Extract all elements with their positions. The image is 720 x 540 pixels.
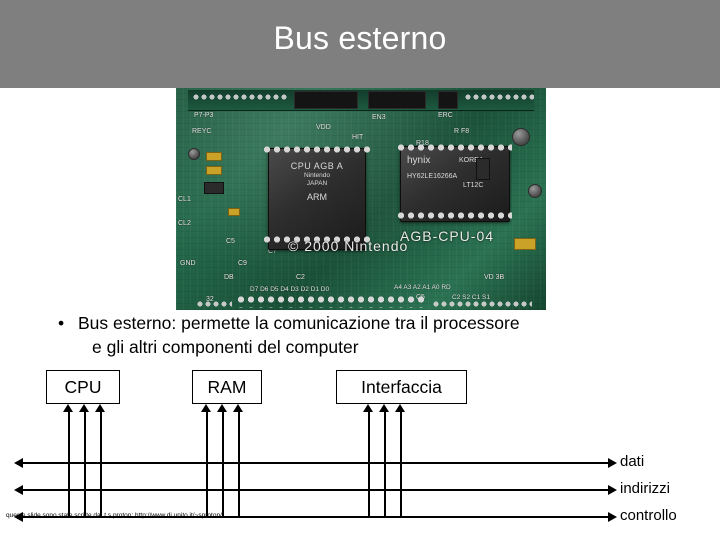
cpu-chip-line-1: CPU AGB A [290, 161, 344, 171]
bottom-pin-field [236, 294, 426, 308]
capacitor-3 [188, 148, 200, 160]
slide: Bus esterno P7-P3 ERC REYC EN3 R F8 VDD … [0, 0, 720, 540]
ram-chip-date: LT12C [463, 182, 484, 189]
silk-cl2: CL2 [178, 220, 191, 227]
bus-arrow-ram-3 [233, 404, 243, 412]
bus-arrow-cpu-1 [63, 404, 73, 412]
silk-en3: EN3 [372, 114, 386, 121]
resistor-6 [514, 238, 536, 250]
bus-vline-interfaccia-3 [400, 410, 402, 517]
ram-pads-top [396, 142, 512, 153]
cpu-chip-line-3: JAPAN [306, 180, 328, 188]
bus-vline-ram-3 [238, 410, 240, 517]
bus-arrow-ram-1 [201, 404, 211, 412]
capacitor-1 [512, 128, 530, 146]
cpu-pads-top [262, 144, 370, 155]
resistor-4 [228, 208, 240, 216]
solder-row-bottom-right [432, 300, 532, 309]
silk-vd3b: VD 3B [484, 274, 505, 281]
bus-vline-ram-2 [222, 410, 224, 517]
silk-cl1: CL1 [178, 196, 191, 203]
bus-line-indirizzi [22, 489, 612, 491]
bus-vline-interfaccia-1 [368, 410, 370, 517]
connector-black-1 [294, 91, 358, 109]
bullet-line-1: Bus esterno: permette la comunicazione t… [78, 313, 520, 333]
bus-label-dati: dati [620, 453, 645, 470]
copyright-text: © 2000 Nintendo [288, 238, 409, 254]
connector-black-2 [368, 91, 426, 109]
bus-arrow-cpu-3 [95, 404, 105, 412]
bus-vline-interfaccia-2 [384, 410, 386, 517]
bus-label-controllo: controllo [620, 507, 677, 524]
bus-arrow-interfaccia-3 [395, 404, 405, 412]
silk-c9: C9 [238, 260, 247, 267]
bus-vline-cpu-1 [68, 410, 70, 517]
diagram-box-cpu-label: CPU [64, 376, 102, 397]
solder-row-top-left [192, 93, 288, 102]
bus-arrow-dati-left [14, 458, 23, 468]
bullet-marker: • [58, 313, 65, 333]
ram-pads-bottom [396, 210, 512, 221]
page-title: Bus esterno [273, 20, 447, 56]
diagram-box-ram: RAM [192, 370, 262, 404]
bullet-paragraph: • Bus esterno: permette la comunicazione… [40, 312, 680, 359]
silk-c2: C2 [296, 274, 305, 281]
bus-arrow-ram-2 [217, 404, 227, 412]
silk-addr-pins: A4 A3 A2 A1 A0 RD [394, 284, 451, 291]
bus-arrow-interfaccia-1 [363, 404, 373, 412]
silk-reyc: REYC [192, 128, 212, 135]
diagram-box-ram-label: RAM [207, 376, 247, 397]
footnote: queste slide sono state scritte da .t.s … [6, 512, 222, 519]
board-label: AGB-CPU-04 [400, 228, 495, 244]
bus-label-indirizzi: indirizzi [620, 480, 671, 497]
bus-vline-cpu-2 [84, 410, 86, 517]
connector-black-3 [438, 91, 458, 109]
bus-arrow-dati-right [608, 458, 617, 468]
resistor-2 [206, 166, 222, 175]
bus-line-dati [22, 462, 612, 464]
bus-arrow-cpu-2 [79, 404, 89, 412]
bus-arrow-indirizzi-left [14, 485, 23, 495]
silk-db: DB [224, 274, 234, 281]
silk-data-pins: D7 D6 D5 D4 D3 D2 D1 D0 [250, 286, 330, 293]
resistor-5 [476, 158, 490, 180]
bus-arrow-controllo-right [608, 512, 617, 522]
resistor-1 [206, 152, 222, 161]
silk-erc: ERC [438, 112, 453, 119]
diagram-box-interfaccia: Interfaccia [336, 370, 467, 404]
cpu-chip-line-4: ARM [307, 191, 327, 202]
silk-hit: HIT [352, 134, 364, 141]
silk-gnd: GND [180, 260, 196, 267]
bullet-line-2: e gli altri componenti del computer [92, 336, 359, 357]
silk-rf8: R F8 [454, 128, 470, 135]
bus-vline-ram-1 [206, 410, 208, 517]
bus-vline-cpu-3 [100, 410, 102, 517]
bus-arrow-interfaccia-2 [379, 404, 389, 412]
mainboard-photo: P7-P3 ERC REYC EN3 R F8 VDD HIT R18 CL1 … [176, 88, 546, 310]
solder-row-top-right [464, 93, 534, 102]
silk-vdd: VDD [316, 124, 331, 131]
diagram-box-interfaccia-label: Interfaccia [361, 376, 442, 397]
ram-chip-partno: HY62LE16266A [407, 173, 458, 181]
silk-p7p3: P7-P3 [194, 112, 214, 119]
bus-arrow-indirizzi-right [608, 485, 617, 495]
silk-c5: C5 [226, 238, 235, 245]
capacitor-2 [528, 184, 542, 198]
diagram-box-cpu: CPU [46, 370, 120, 404]
cpu-chip-line-2: Nintendo [303, 172, 331, 180]
resistor-3 [204, 182, 224, 194]
solder-row-bottom-left [196, 300, 232, 309]
